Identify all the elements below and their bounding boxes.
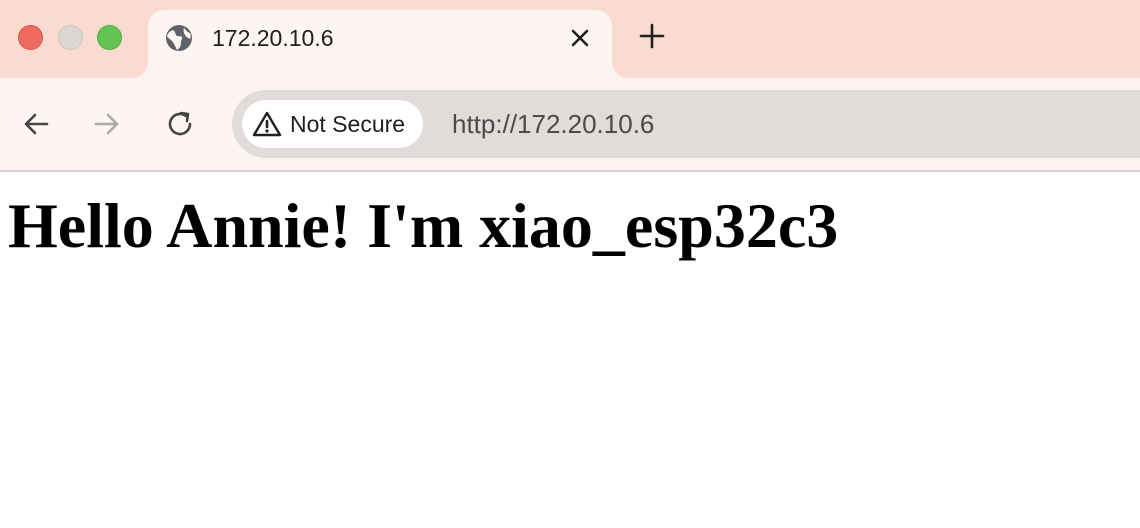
url-text[interactable]: http://172.20.10.6	[452, 109, 654, 139]
close-icon[interactable]	[568, 26, 592, 50]
reload-icon[interactable]	[164, 108, 196, 140]
tab-strip: 172.20.10.6	[0, 0, 1140, 78]
window-close-button[interactable]	[18, 25, 43, 50]
address-bar[interactable]: Not Secure http://172.20.10.6	[232, 90, 1140, 158]
forward-arrow-icon[interactable]	[91, 108, 123, 140]
plus-icon[interactable]	[638, 22, 666, 50]
tab-title: 172.20.10.6	[212, 25, 334, 51]
page-heading: Hello Annie! I'm xiao_esp32c3	[8, 190, 839, 261]
security-chip[interactable]: Not Secure	[242, 100, 424, 148]
window-minimize-button[interactable]	[58, 25, 83, 50]
page-content: Hello Annie! I'm xiao_esp32c3	[0, 172, 1140, 528]
back-arrow-icon[interactable]	[20, 108, 52, 140]
globe-icon	[166, 25, 192, 51]
browser-toolbar: Not Secure http://172.20.10.6	[0, 78, 1140, 172]
security-label: Not Secure	[290, 110, 406, 137]
warning-triangle-icon	[252, 111, 282, 137]
active-tab[interactable]: 172.20.10.6	[148, 10, 612, 78]
window-maximize-button[interactable]	[97, 25, 122, 50]
